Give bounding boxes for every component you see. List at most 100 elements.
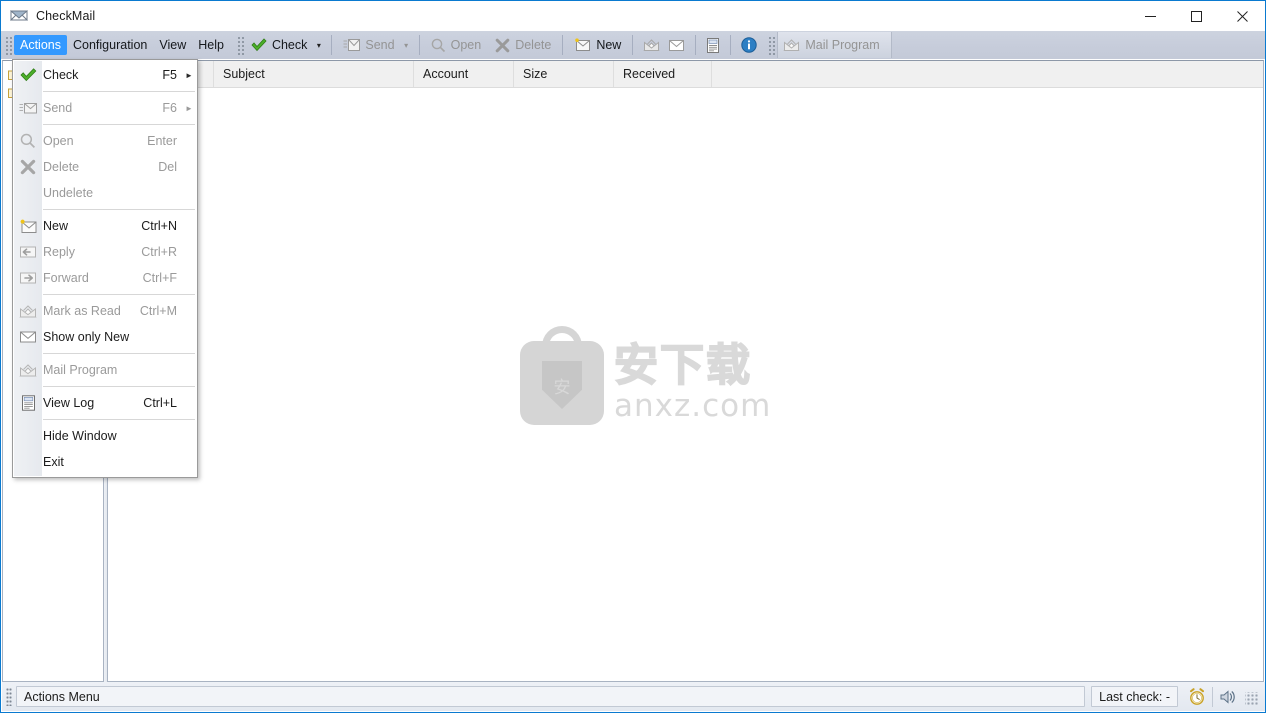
menu-separator — [43, 124, 195, 125]
menu-item-new-label: New — [43, 219, 69, 233]
menu-item-mail-program-label: Mail Program — [43, 363, 118, 377]
view-log-icon — [13, 390, 43, 416]
actions-dropdown-menu[interactable]: Check F5 ► Send F6 ► Open Enter Delete D… — [12, 59, 198, 478]
menu-item-undelete-label: Undelete — [43, 186, 94, 200]
submenu-arrow-icon: ► — [185, 103, 193, 113]
menu-item-check[interactable]: Check F5 ► — [13, 62, 197, 88]
toolbar-check-button[interactable]: Check — [246, 34, 312, 56]
watermark-chinese-text: 安下载 — [612, 340, 752, 391]
close-button[interactable] — [1219, 1, 1265, 31]
toolbar-mark-as-read-button[interactable] — [639, 34, 664, 56]
menu-item-check-shortcut: F5 — [162, 68, 177, 82]
menu-item-exit-label: Exit — [43, 455, 64, 469]
sound-toggle-button[interactable] — [1213, 684, 1243, 709]
envelope-icon — [10, 8, 28, 24]
show-only-new-icon — [668, 38, 685, 52]
message-list-pane[interactable]: To Subject Account Size Received 安 — [107, 60, 1264, 682]
menu-separator — [43, 386, 195, 387]
toolbar-open-label: Open — [450, 38, 482, 52]
status-message-panel: Actions Menu — [16, 686, 1086, 707]
minimize-button[interactable] — [1127, 1, 1173, 31]
menu-item-new[interactable]: New Ctrl+N — [13, 213, 197, 239]
mailprogram-grip-handle[interactable] — [767, 35, 776, 55]
menu-item-exit[interactable]: Exit — [13, 449, 197, 475]
column-header-subject[interactable]: Subject — [214, 61, 414, 87]
toolbar-separator — [331, 35, 333, 55]
watermark-bag-handle — [542, 326, 582, 356]
chevron-down-icon: ▾ — [404, 40, 409, 50]
mail-program-toolbar-group: Mail Program — [777, 32, 892, 58]
toolbar-separator — [730, 35, 732, 55]
menu-item-forward[interactable]: Forward Ctrl+F — [13, 265, 197, 291]
toolbar-send-label: Send — [365, 38, 395, 52]
no-icon — [13, 423, 43, 449]
toolbar-send-button[interactable]: Send — [338, 34, 399, 56]
window-title: CheckMail — [36, 9, 96, 23]
menu-item-reply-label: Reply — [43, 245, 75, 259]
menu-item-delete[interactable]: Delete Del — [13, 154, 197, 180]
menu-item-reply[interactable]: Reply Ctrl+R — [13, 239, 197, 265]
menu-item-hide-window[interactable]: Hide Window — [13, 423, 197, 449]
magnifier-icon — [13, 128, 43, 154]
column-header-subject-label: Subject — [223, 67, 265, 81]
menu-actions[interactable]: Actions — [14, 35, 67, 55]
menu-item-check-label: Check — [43, 68, 79, 82]
menu-item-open-label: Open — [43, 134, 74, 148]
submenu-arrow-icon: ► — [185, 70, 193, 80]
menu-item-show-only-new[interactable]: Show only New — [13, 324, 197, 350]
column-header-received[interactable]: Received — [614, 61, 712, 87]
menu-configuration[interactable]: Configuration — [67, 35, 153, 55]
timer-toggle-button[interactable] — [1182, 684, 1212, 709]
menu-item-mark-as-read[interactable]: Mark as Read Ctrl+M — [13, 298, 197, 324]
menu-item-new-shortcut: Ctrl+N — [141, 219, 177, 233]
menu-item-undelete[interactable]: Undelete — [13, 180, 197, 206]
toolbar-new-label: New — [596, 38, 622, 52]
anxz-watermark: 安 安下载 anxz.com — [520, 326, 770, 433]
menu-item-hide-window-label: Hide Window — [43, 429, 117, 443]
toolbar-delete-label: Delete — [515, 38, 552, 52]
menu-help[interactable]: Help — [192, 35, 230, 55]
magnifier-icon — [431, 38, 446, 53]
watermark-url-text: anxz.com — [614, 388, 772, 424]
new-mail-icon — [574, 38, 591, 52]
toolbar-view-log-button[interactable] — [702, 34, 724, 56]
message-list-body[interactable]: 安 安下载 anxz.com — [108, 88, 1263, 681]
toolbar-mail-program-button[interactable]: Mail Program — [778, 34, 884, 56]
column-header-size[interactable]: Size — [514, 61, 614, 87]
menu-item-mark-as-read-label: Mark as Read — [43, 304, 121, 318]
maximize-button[interactable] — [1173, 1, 1219, 31]
no-icon — [13, 180, 43, 206]
toolbar-separator — [562, 35, 564, 55]
menu-item-send-shortcut: F6 — [162, 101, 177, 115]
toolbar-open-button[interactable]: Open — [426, 34, 487, 56]
menubar-grip-handle[interactable] — [4, 35, 12, 55]
toolbar-delete-button[interactable]: Delete — [490, 34, 556, 56]
speaker-icon — [1219, 689, 1237, 705]
watermark-shield-char: 安 — [553, 377, 571, 398]
menu-item-view-log[interactable]: View Log Ctrl+L — [13, 390, 197, 416]
menu-configuration-label: Configuration — [73, 38, 148, 52]
menu-item-forward-shortcut: Ctrl+F — [142, 271, 177, 285]
menu-view[interactable]: View — [153, 35, 192, 55]
menu-item-send[interactable]: Send F6 ► — [13, 95, 197, 121]
view-log-icon — [706, 37, 720, 53]
toolbar-show-only-new-button[interactable] — [664, 34, 689, 56]
toolbar-info-button[interactable] — [737, 34, 761, 56]
menu-item-mail-program[interactable]: Mail Program — [13, 357, 197, 383]
resize-grip-icon[interactable] — [1245, 692, 1259, 706]
toolbar-check-dropdown-arrow[interactable]: ▾ — [312, 34, 325, 56]
toolbar-grip-handle[interactable] — [235, 35, 244, 55]
menu-item-show-only-new-label: Show only New — [43, 330, 130, 344]
menu-item-open[interactable]: Open Enter — [13, 128, 197, 154]
watermark-bag-icon: 安 — [520, 326, 604, 425]
no-icon — [13, 449, 43, 475]
mail-program-icon — [13, 357, 43, 383]
column-header-account[interactable]: Account — [414, 61, 514, 87]
toolbar-new-button[interactable]: New — [569, 34, 626, 56]
column-header-account-label: Account — [423, 67, 469, 81]
statusbar-grip-handle[interactable] — [6, 687, 12, 706]
mark-as-read-icon — [13, 298, 43, 324]
toolbar-send-dropdown-arrow[interactable]: ▾ — [400, 34, 413, 56]
green-check-icon — [251, 38, 267, 52]
menu-item-view-log-label: View Log — [43, 396, 95, 410]
